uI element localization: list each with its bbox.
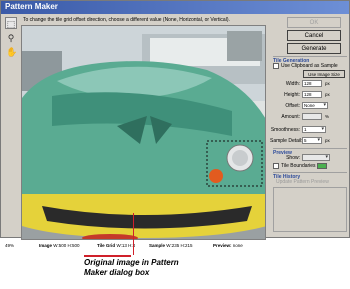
title-bar[interactable]: Pattern Maker (1, 1, 349, 14)
zoom-tool-icon[interactable]: ⚲ (5, 31, 17, 43)
amount-input[interactable] (302, 113, 322, 120)
sample-size: W:235 H:215 (166, 243, 193, 248)
preview-value: none (232, 243, 243, 248)
smoothness-select[interactable]: 1 (302, 126, 326, 133)
height-unit: px (325, 92, 330, 97)
window-title: Pattern Maker (5, 2, 58, 11)
update-preview-label: Update Pattern Preview (276, 179, 329, 185)
preview-label: Preview: (213, 243, 232, 248)
tool-palette: ⬚ ⚲ ✋ (3, 16, 19, 59)
tile-boundaries-label: Tile Boundaries (281, 163, 316, 169)
use-clipboard-checkbox[interactable] (273, 63, 279, 69)
tile-grid-label: Tile Grid (97, 243, 116, 248)
status-bar: 49% Image W:500 H:500 Tile Grid W:13 H:4… (1, 242, 349, 251)
figure-caption: Original image in Pattern Maker dialog b… (84, 258, 179, 278)
caption-line-1: Original image in Pattern (84, 258, 179, 267)
image-canvas[interactable] (21, 25, 266, 240)
use-clipboard-label: Use Clipboard as Sample (281, 63, 338, 69)
ok-button[interactable]: OK (287, 17, 341, 28)
hand-tool-icon[interactable]: ✋ (5, 45, 17, 57)
image-size: W:500 H:500 (53, 243, 80, 248)
amount-label: Amount: (281, 114, 300, 120)
sample-detail-unit: px (325, 138, 330, 143)
cancel-button[interactable]: Cancel (287, 30, 341, 41)
offset-select[interactable]: None (302, 102, 328, 109)
callout-line (133, 213, 134, 255)
tile-history-area (273, 187, 347, 232)
offset-label: Offset: (285, 103, 300, 109)
instruction-text: To change the tile grid offset direction… (23, 17, 230, 23)
use-image-size-button[interactable]: Use Image Size (303, 70, 345, 78)
show-select[interactable] (302, 154, 330, 161)
smoothness-label: Smoothness: (270, 127, 300, 133)
sample-detail-label: Sample Detail: (270, 138, 303, 144)
caption-line-2: Maker dialog box (84, 268, 150, 277)
pattern-maker-dialog: Pattern Maker To change the tile grid of… (0, 0, 350, 248)
car-image (22, 26, 265, 239)
width-input[interactable]: 128 (302, 80, 322, 87)
generate-button[interactable]: Generate (287, 43, 341, 54)
height-input[interactable]: 128 (302, 91, 322, 98)
sample-detail-select[interactable]: 5 (302, 137, 322, 144)
width-unit: px (325, 81, 330, 86)
tile-boundaries-checkbox[interactable] (273, 163, 279, 169)
amount-unit: % (325, 114, 330, 119)
sample-label: Sample (149, 243, 166, 248)
callout-bar (84, 255, 131, 257)
marquee-tool-icon[interactable]: ⬚ (5, 17, 17, 29)
width-label: Width: (285, 81, 300, 87)
zoom-level: 49% (5, 243, 15, 248)
height-label: Height: (284, 92, 300, 98)
image-label: Image (39, 243, 53, 248)
show-label: Show: (286, 155, 300, 161)
tile-boundaries-color-swatch[interactable] (317, 163, 327, 169)
